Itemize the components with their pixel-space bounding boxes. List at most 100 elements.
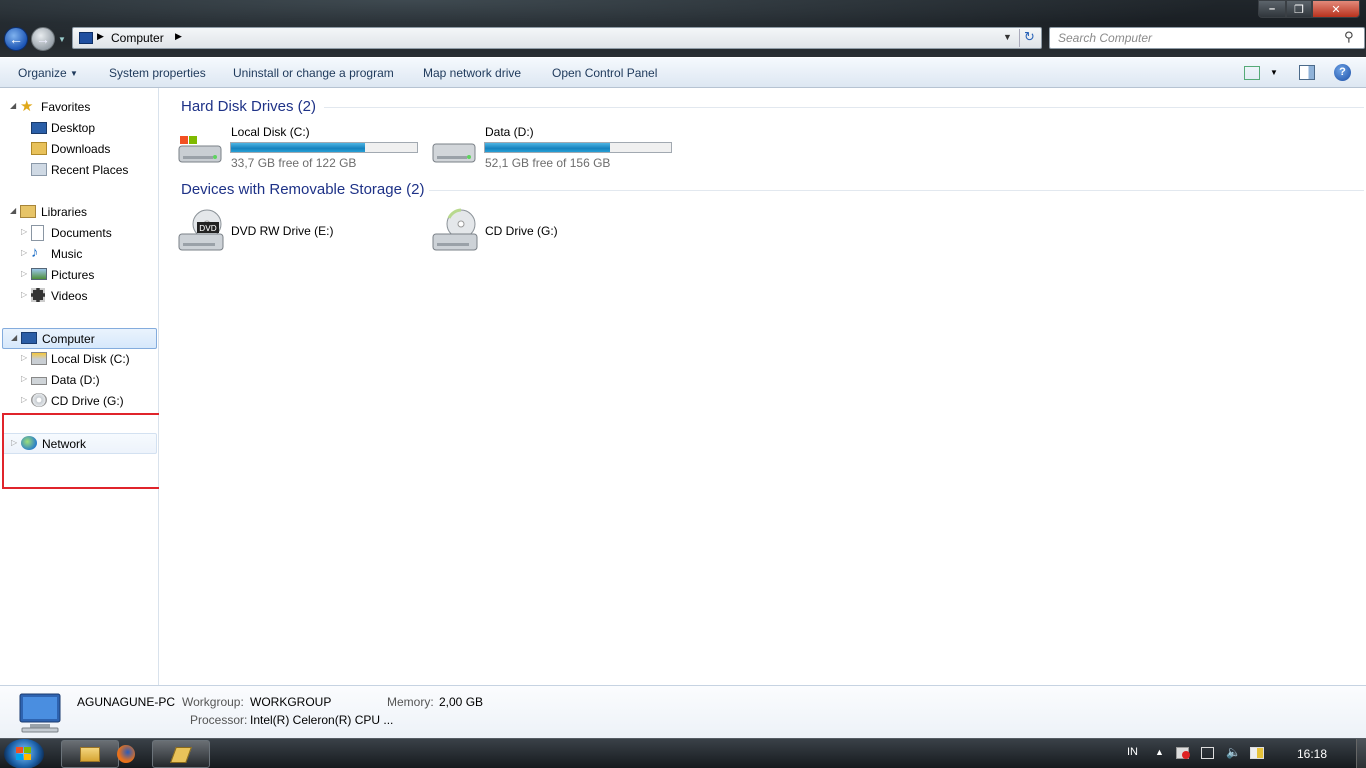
network-tray-icon[interactable] [1201,747,1214,759]
computer-icon [19,693,61,733]
chevron-down-icon[interactable]: ▼ [70,69,78,78]
map-network-drive-button[interactable]: Map network drive [423,66,521,80]
taskbar-explorer-button[interactable] [61,740,119,768]
cd-drive-icon [31,393,47,407]
collapsed-triangle-icon[interactable]: ▷ [21,374,27,383]
workgroup-label: Workgroup: [182,695,244,709]
action-center-flag-icon[interactable] [1176,747,1190,759]
open-control-panel-button[interactable]: Open Control Panel [552,66,657,80]
nav-label: Libraries [41,205,88,219]
drive-tile-cd-drive[interactable]: CD Drive (G:) [431,206,676,256]
nav-pictures[interactable]: ▷ Pictures [0,265,159,285]
nav-documents[interactable]: ▷ Documents [0,223,159,243]
music-icon: ♪ [31,244,39,261]
show-hidden-icons-icon[interactable]: ▲ [1155,747,1164,757]
back-arrow-icon: ← [9,31,23,47]
folder-icon [80,747,100,762]
nav-recent-places[interactable]: Recent Places [0,160,159,180]
documents-icon [31,225,44,241]
volume-icon[interactable]: 🔈 [1226,745,1241,759]
drive-name: DVD RW Drive (E:) [231,224,334,238]
organize-button[interactable]: Organize [18,66,67,80]
expanded-triangle-icon[interactable]: ◢ [10,206,16,215]
nav-videos[interactable]: ▷ Videos [0,286,159,306]
nav-downloads[interactable]: Downloads [0,139,159,159]
search-input[interactable]: Search Computer ⚲ [1049,27,1365,49]
drive-tile-local-disk[interactable]: Local Disk (C:) 33,7 GB free of 122 GB [177,124,422,172]
nav-label: Desktop [51,121,96,135]
group-header-removable-storage[interactable]: Devices with Removable Storage (2) [181,181,424,198]
app-icon [170,747,192,763]
nav-data-drive[interactable]: ▷ Data (D:) [0,370,159,390]
view-options-dropdown-icon[interactable]: ▼ [1270,68,1278,77]
help-icon[interactable]: ? [1334,64,1351,81]
breadcrumb-computer[interactable]: Computer [111,31,164,45]
nav-label: CD Drive (G:) [51,394,124,408]
nav-music[interactable]: ▷ ♪ Music [0,244,159,264]
clock[interactable]: 16:18 [1297,747,1327,761]
taskbar-app-button[interactable] [152,740,210,768]
minimize-button[interactable]: – [1258,0,1286,18]
collapsed-triangle-icon[interactable]: ▷ [21,395,27,404]
language-indicator[interactable]: IN [1127,746,1138,758]
drive-usage-bar [484,142,672,153]
close-button[interactable]: ✕ [1312,0,1360,18]
navigation-pane: ◢ ★ Favorites Desktop Downloads Recent P… [0,88,159,685]
drive-free-space: 52,1 GB free of 156 GB [485,156,611,170]
system-drive-icon [178,136,222,163]
change-view-icon[interactable] [1244,66,1260,80]
nav-libraries[interactable]: ◢ Libraries [0,202,159,222]
firefox-icon[interactable] [117,745,135,763]
breadcrumb-arrow-icon[interactable]: ▶ [175,31,182,42]
system-properties-button[interactable]: System properties [109,66,206,80]
drive-usage-fill [485,143,610,152]
collapsed-triangle-icon[interactable]: ▷ [21,353,27,362]
show-desktop-button[interactable] [1356,739,1366,768]
preview-pane-icon[interactable] [1299,65,1315,80]
address-dropdown-icon[interactable]: ▼ [1003,32,1012,42]
command-bar: Organize ▼ System properties Uninstall o… [0,57,1366,88]
address-bar[interactable]: ▶ Computer ▶ ▼ ↻ [72,27,1042,49]
search-icon[interactable]: ⚲ [1344,29,1354,45]
collapsed-triangle-icon[interactable]: ▷ [21,269,27,278]
collapsed-triangle-icon[interactable]: ▷ [21,290,27,299]
nav-label: Computer [42,332,95,346]
uninstall-program-button[interactable]: Uninstall or change a program [233,66,394,80]
drive-name: Local Disk (C:) [231,125,310,139]
group-header-hard-disk-drives[interactable]: Hard Disk Drives (2) [181,98,316,115]
maximize-button[interactable]: ❐ [1286,0,1312,18]
details-pane: AGUNAGUNE-PC Workgroup: WORKGROUP Memory… [0,685,1366,738]
back-button[interactable]: ← [4,27,28,51]
drive-usage-bar [230,142,418,153]
nav-label: Videos [51,289,88,303]
nav-label: Pictures [51,268,95,282]
drive-tile-dvd-rw[interactable]: DVD DVD RW Drive (E:) [177,206,422,256]
refresh-button[interactable]: ↻ [1019,29,1039,47]
workgroup-value: WORKGROUP [250,695,332,709]
nav-desktop[interactable]: Desktop [0,118,159,138]
collapsed-triangle-icon[interactable]: ▷ [21,227,27,236]
nav-label: Local Disk (C:) [51,352,130,366]
breadcrumb-arrow-icon[interactable]: ▶ [97,31,104,42]
group-divider [324,107,1364,108]
memory-label: Memory: [387,695,434,709]
power-icon[interactable] [1250,747,1264,759]
nav-label: Recent Places [51,163,129,177]
recent-pages-dropdown[interactable]: ▼ [58,35,66,44]
processor-value: Intel(R) Celeron(R) CPU ... [250,713,394,727]
forward-button[interactable]: → [31,27,55,51]
nav-label: Music [51,247,83,261]
start-button[interactable] [4,739,44,768]
nav-cd-drive[interactable]: ▷ CD Drive (G:) [0,391,159,411]
collapsed-triangle-icon[interactable]: ▷ [21,248,27,257]
expanded-triangle-icon[interactable]: ◢ [11,333,17,342]
nav-favorites[interactable]: ◢ ★ Favorites [0,97,159,117]
drive-tile-data[interactable]: Data (D:) 52,1 GB free of 156 GB [431,124,676,172]
drive-free-space: 33,7 GB free of 122 GB [231,156,357,170]
recent-places-icon [31,163,47,176]
expanded-triangle-icon[interactable]: ◢ [10,101,16,110]
computer-name: AGUNAGUNE-PC [77,695,176,709]
nav-local-disk[interactable]: ▷ Local Disk (C:) [0,349,159,369]
hard-drive-icon [432,143,476,163]
nav-computer[interactable]: ◢ Computer [2,328,157,349]
